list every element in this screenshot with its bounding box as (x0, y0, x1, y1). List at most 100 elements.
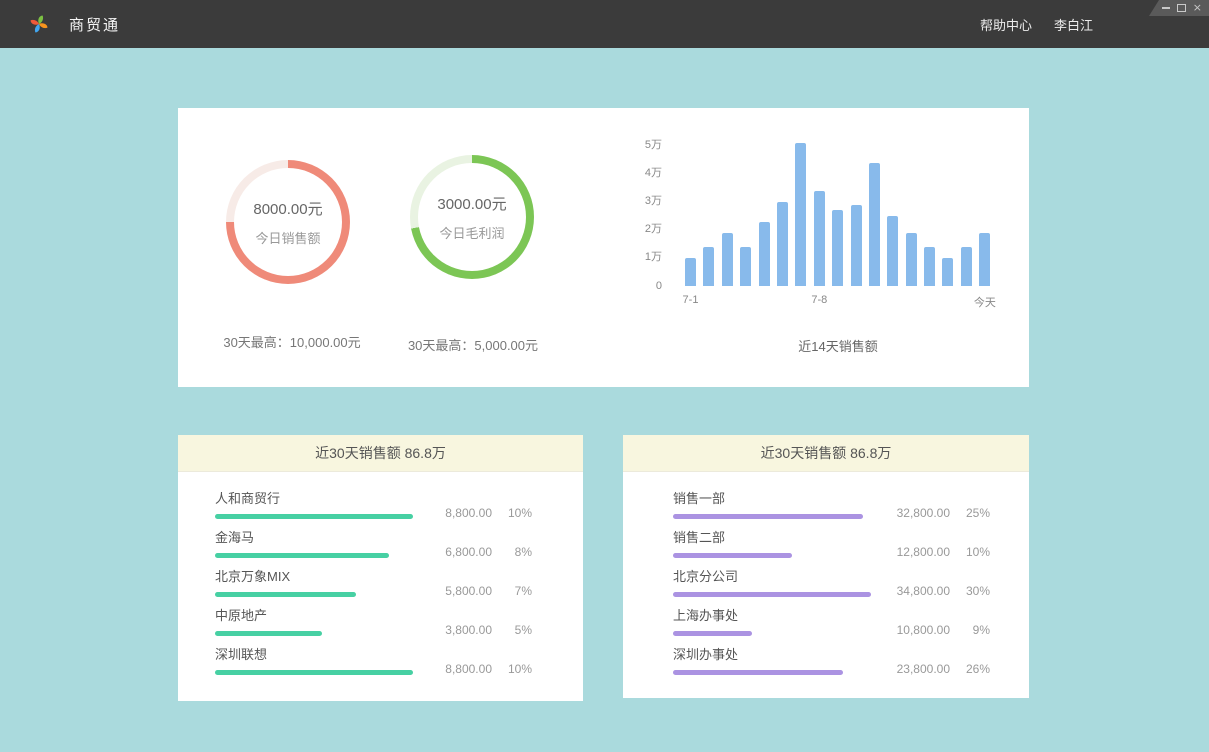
ranking-row-name: 中原地产 (215, 605, 413, 624)
today-profit-donut: 3000.00元 今日毛利润 (410, 155, 534, 279)
ranking-row-amount: 12,800.00 (897, 545, 950, 559)
ranking-row-left: 人和商贸行 (215, 488, 413, 519)
ranking-row-values: 3,800.00 5% (413, 623, 532, 637)
department-ranking-list: 销售一部32,800.0025%销售二部12,800.0010%北京分公司34,… (623, 472, 1029, 675)
today-profit-value: 3000.00元 (437, 193, 506, 214)
y-tick-label: 5万 (645, 136, 662, 152)
ranking-row-left: 销售一部 (673, 488, 871, 519)
daily-sales-bar-14 (924, 247, 935, 286)
ranking-row: 北京分公司34,800.0030% (623, 558, 1029, 597)
department-ranking-title: 近30天销售额 86.8万 (623, 435, 1029, 472)
close-icon: × (1193, 3, 1202, 13)
ranking-row-amount: 8,800.00 (445, 662, 492, 676)
ranking-row-bar (673, 631, 752, 636)
customer-ranking-card: 近30天销售额 86.8万 人和商贸行8,800.0010%金海马6,800.0… (178, 435, 583, 701)
ranking-row-values: 10,800.009% (871, 623, 990, 637)
x-tick-label: 今天 (974, 294, 996, 310)
ranking-row-name: 北京分公司 (673, 566, 871, 585)
ranking-row-bar (673, 670, 843, 675)
close-button[interactable]: × (1193, 3, 1202, 13)
ranking-row-amount: 5,800.00 (445, 584, 492, 598)
ranking-row: 深圳办事处23,800.0026% (623, 636, 1029, 675)
ranking-row: 中原地产 3,800.00 5% (178, 597, 583, 636)
daily-sales-bar-10 (851, 205, 862, 286)
daily-sales-bar-5 (759, 222, 770, 286)
customer-ranking-title: 近30天销售额 86.8万 (178, 435, 583, 472)
profit-30d-max-caption: 30天最高：5,000.00元 (359, 335, 587, 354)
window-controls: × (1149, 0, 1209, 16)
ranking-row-amount: 32,800.00 (897, 506, 950, 520)
daily-sales-bar-17 (979, 233, 990, 286)
ranking-row-values: 5,800.00 7% (413, 584, 532, 598)
today-sales-label: 今日销售额 (255, 228, 320, 247)
ranking-row-values: 34,800.0030% (871, 584, 990, 598)
customer-ranking-list: 人和商贸行8,800.0010%金海马6,800.008%北京万象MIX5,80… (178, 472, 583, 675)
username-menu[interactable]: 李白江 (1054, 15, 1093, 34)
maximize-icon (1177, 4, 1186, 12)
y-tick-label: 4万 (645, 164, 662, 180)
ranking-row-percent: 10% (500, 662, 532, 676)
sales-bar-yaxis: 5万4万3万2万1万0 (628, 143, 662, 286)
sales-bar-plot (685, 143, 990, 286)
daily-sales-bar-7 (795, 143, 806, 286)
ranking-row-name: 深圳办事处 (673, 644, 871, 663)
daily-sales-bar-3 (722, 233, 733, 286)
ranking-row-values: 12,800.0010% (871, 545, 990, 559)
ranking-row-bar (673, 514, 863, 519)
maximize-button[interactable] (1177, 3, 1186, 13)
ranking-row: 上海办事处10,800.009% (623, 597, 1029, 636)
ranking-row: 销售一部32,800.0025% (623, 480, 1029, 519)
ranking-row-amount: 3,800.00 (445, 623, 492, 637)
ranking-row-amount: 6,800.00 (445, 545, 492, 559)
today-sales-value: 8000.00元 (253, 198, 322, 219)
minimize-button[interactable] (1162, 3, 1170, 13)
ranking-row-amount: 34,800.00 (897, 584, 950, 598)
ranking-row-amount: 8,800.00 (445, 506, 492, 520)
daily-sales-bar-4 (740, 247, 751, 286)
ranking-row-name: 上海办事处 (673, 605, 871, 624)
sales-14d-caption: 近14天销售额 (685, 336, 991, 355)
ranking-row: 深圳联想 8,800.00 10% (178, 636, 583, 675)
ranking-row-left: 上海办事处 (673, 605, 871, 636)
y-tick-label: 2万 (645, 220, 662, 236)
daily-sales-bar-15 (942, 258, 953, 286)
ranking-row-left: 深圳办事处 (673, 644, 871, 675)
ranking-row-values: 23,800.0026% (871, 662, 990, 676)
ranking-row-name: 金海马 (215, 527, 413, 546)
today-sales-donut: 8000.00元 今日销售额 (226, 160, 350, 284)
y-tick-label: 0 (656, 280, 662, 292)
ranking-row-name: 销售一部 (673, 488, 871, 507)
ranking-row: 北京万象MIX 5,800.00 7% (178, 558, 583, 597)
ranking-row-left: 销售二部 (673, 527, 871, 558)
daily-sales-bar-11 (869, 163, 880, 286)
ranking-row-values: 32,800.0025% (871, 506, 990, 520)
app-title: 商贸通 (69, 14, 120, 35)
ranking-row-amount: 10,800.00 (897, 623, 950, 637)
ranking-row: 销售二部12,800.0010% (623, 519, 1029, 558)
ranking-row-values: 6,800.00 8% (413, 545, 532, 559)
pinwheel-logo-icon (28, 13, 50, 35)
ranking-row-bar (215, 553, 389, 558)
ranking-row-name: 北京万象MIX (215, 566, 413, 585)
ranking-row-percent: 8% (500, 545, 532, 559)
department-ranking-card: 近30天销售额 86.8万 销售一部32,800.0025%销售二部12,800… (623, 435, 1029, 698)
sales-bar-xaxis: 7-17-8今天 (685, 294, 991, 308)
today-sales-donut-center: 8000.00元 今日销售额 (234, 168, 342, 276)
ranking-row-bar (215, 592, 356, 597)
ranking-row-name: 人和商贸行 (215, 488, 413, 507)
ranking-row-values: 8,800.00 10% (413, 662, 532, 676)
ranking-row-percent: 5% (500, 623, 532, 637)
daily-sales-bar-1 (685, 258, 696, 286)
ranking-row-left: 深圳联想 (215, 644, 413, 675)
ranking-row-left: 中原地产 (215, 605, 413, 636)
help-center-link[interactable]: 帮助中心 (980, 15, 1032, 34)
ranking-row-bar (215, 631, 322, 636)
x-tick-label: 7-8 (811, 294, 827, 306)
ranking-row-name: 深圳联想 (215, 644, 413, 663)
ranking-row-percent: 7% (500, 584, 532, 598)
x-tick-label: 7-1 (683, 294, 699, 306)
ranking-row-amount: 23,800.00 (897, 662, 950, 676)
daily-sales-bar-6 (777, 202, 788, 286)
ranking-row-values: 8,800.0010% (413, 506, 532, 520)
daily-sales-bar-8 (814, 191, 825, 286)
